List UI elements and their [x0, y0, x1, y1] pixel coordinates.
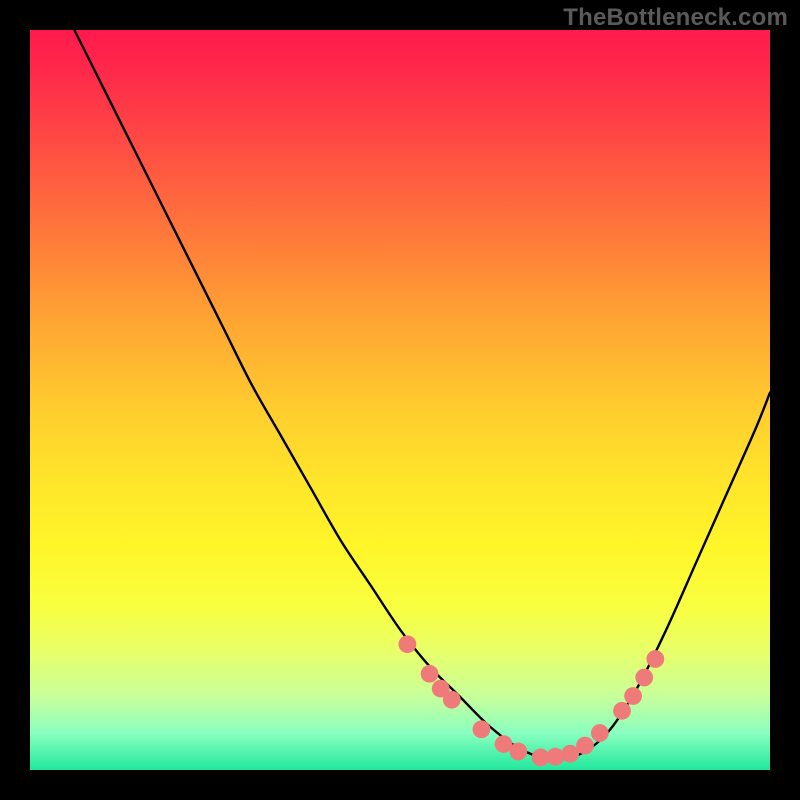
- bottleneck-curve: [74, 30, 770, 759]
- highlight-points: [399, 635, 665, 766]
- marker-point: [421, 665, 439, 683]
- marker-point: [591, 724, 609, 742]
- marker-point: [547, 748, 565, 766]
- marker-point: [510, 743, 528, 761]
- marker-point: [473, 720, 491, 738]
- marker-point: [399, 635, 417, 653]
- marker-point: [646, 650, 664, 668]
- chart-svg: [30, 30, 770, 770]
- marker-point: [624, 687, 642, 705]
- watermark-label: TheBottleneck.com: [563, 4, 788, 32]
- marker-point: [613, 702, 631, 720]
- chart-frame: TheBottleneck.com: [0, 0, 800, 800]
- marker-point: [443, 691, 461, 709]
- marker-point: [635, 669, 653, 687]
- marker-point: [576, 737, 594, 755]
